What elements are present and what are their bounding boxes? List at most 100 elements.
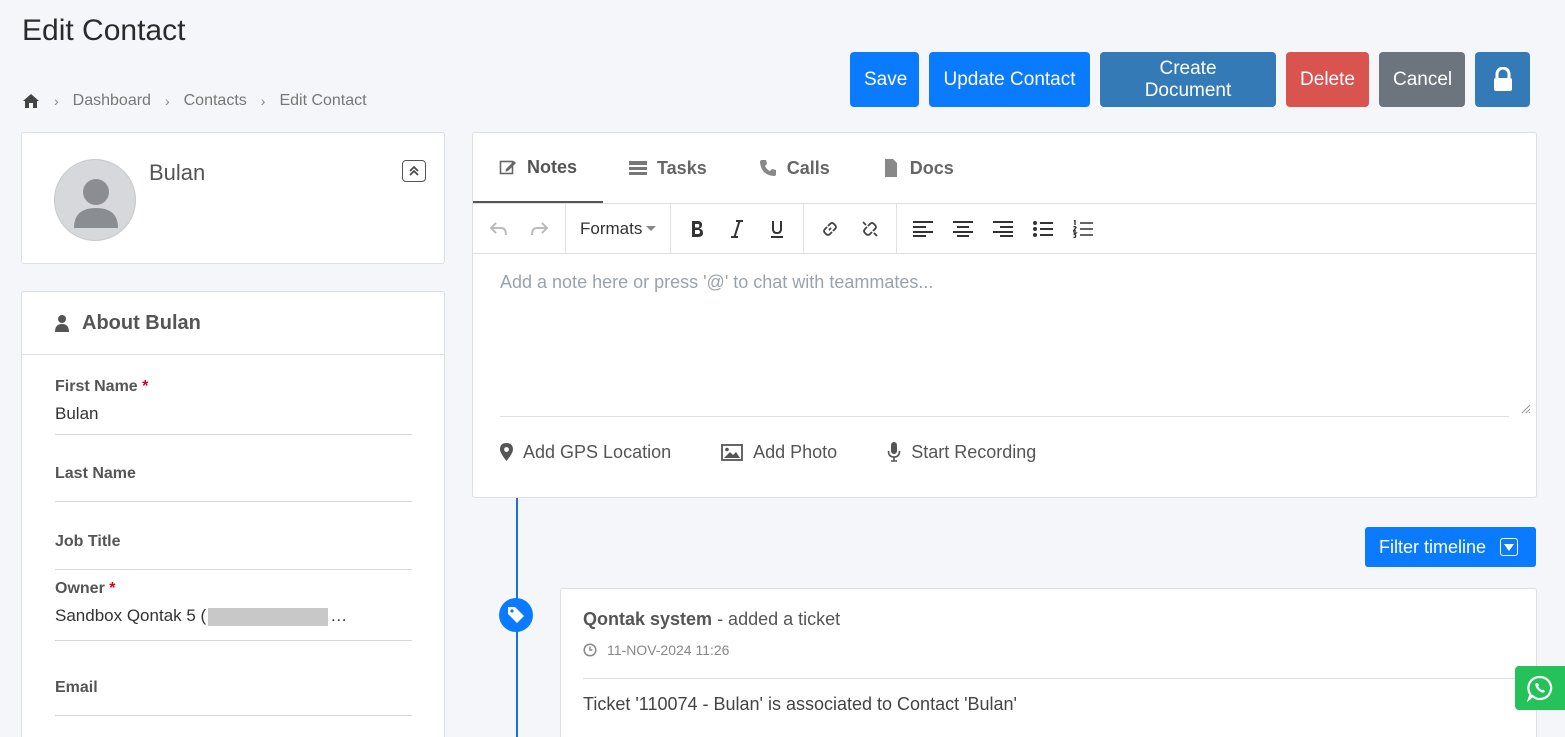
activity-editor: Notes Tasks Calls Docs Formats Add a not… bbox=[472, 132, 1537, 498]
timeline-entry-title: Qontak system - added a ticket bbox=[583, 609, 841, 629]
microphone-icon bbox=[887, 442, 901, 462]
breadcrumb: › Dashboard › Contacts › Edit Contact bbox=[22, 92, 367, 110]
action-bar: Save Update Contact Create Document Dele… bbox=[850, 52, 1530, 107]
lock-icon bbox=[1493, 66, 1512, 91]
align-right-icon bbox=[993, 220, 1014, 237]
save-button[interactable]: Save bbox=[850, 52, 919, 107]
tab-calls[interactable]: Calls bbox=[733, 133, 856, 203]
align-center-button[interactable] bbox=[943, 211, 983, 247]
align-right-button[interactable] bbox=[983, 211, 1023, 247]
email-label: Email bbox=[55, 679, 98, 696]
about-header: About Bulan bbox=[22, 292, 444, 355]
underline-button[interactable] bbox=[757, 211, 797, 247]
about-card: About Bulan First Name * Bulan Last Name… bbox=[21, 291, 445, 737]
italic-icon bbox=[731, 219, 744, 238]
undo-button[interactable] bbox=[479, 211, 519, 247]
phone-icon bbox=[759, 160, 776, 176]
add-gps-button[interactable]: Add GPS Location bbox=[500, 442, 671, 463]
user-icon bbox=[55, 315, 69, 332]
whatsapp-button[interactable] bbox=[1515, 666, 1565, 710]
breadcrumb-dashboard[interactable]: Dashboard bbox=[73, 92, 151, 110]
chevron-up-double-icon bbox=[409, 165, 419, 176]
profile-name: Bulan bbox=[149, 160, 206, 185]
link-icon bbox=[823, 221, 838, 236]
caret-down-icon bbox=[646, 226, 657, 236]
link-button[interactable] bbox=[810, 211, 850, 247]
bold-icon bbox=[692, 220, 704, 237]
redacted-block bbox=[208, 607, 329, 626]
note-editor[interactable]: Add a note here or press '@' to chat wit… bbox=[500, 254, 1531, 417]
clock-icon bbox=[583, 643, 597, 657]
job-title-field[interactable]: Job Title bbox=[55, 533, 412, 570]
divider bbox=[583, 678, 1536, 679]
bullet-list-icon bbox=[1033, 220, 1054, 237]
create-document-button[interactable]: Create Document bbox=[1100, 52, 1276, 107]
job-title-label: Job Title bbox=[55, 533, 121, 550]
bold-button[interactable] bbox=[677, 211, 717, 247]
bullet-list-button[interactable] bbox=[1023, 211, 1063, 247]
timeline-entry-body: Ticket '110074 - Bulan' is associated to… bbox=[583, 694, 1017, 714]
activity-tabs: Notes Tasks Calls Docs bbox=[473, 133, 1536, 204]
about-title: About Bulan bbox=[82, 311, 201, 334]
tag-icon bbox=[499, 598, 533, 632]
avatar bbox=[54, 159, 136, 241]
unlink-icon bbox=[862, 220, 878, 237]
tab-tasks[interactable]: Tasks bbox=[603, 133, 733, 203]
cancel-button[interactable]: Cancel bbox=[1379, 52, 1465, 107]
first-name-label: First Name bbox=[55, 378, 138, 395]
caret-down-icon bbox=[1500, 538, 1519, 556]
add-photo-button[interactable]: Add Photo bbox=[721, 442, 837, 463]
owner-label: Owner bbox=[55, 580, 105, 597]
email-field[interactable]: Email bbox=[55, 679, 412, 716]
editor-toolbar: Formats bbox=[473, 204, 1536, 254]
timeline-entry-author[interactable]: Qontak system bbox=[583, 609, 712, 629]
update-contact-button[interactable]: Update Contact bbox=[929, 52, 1090, 107]
redo-button[interactable] bbox=[519, 211, 559, 247]
italic-button[interactable] bbox=[717, 211, 757, 247]
home-icon[interactable] bbox=[22, 93, 40, 109]
required-marker: * bbox=[142, 378, 149, 395]
breadcrumb-current: Edit Contact bbox=[279, 92, 367, 109]
map-marker-icon bbox=[500, 443, 513, 461]
numbered-list-button[interactable] bbox=[1063, 211, 1103, 247]
collapse-button[interactable] bbox=[402, 160, 426, 182]
first-name-field[interactable]: First Name * Bulan bbox=[55, 378, 412, 435]
chevron-right-icon: › bbox=[164, 93, 170, 109]
chevron-right-icon: › bbox=[54, 93, 59, 109]
redo-icon bbox=[531, 221, 548, 235]
delete-button[interactable]: Delete bbox=[1286, 52, 1369, 107]
timeline-entry-time: 11-NOV-2024 11:26 bbox=[583, 642, 729, 658]
attachment-row: Add GPS Location Add Photo Start Recordi… bbox=[473, 417, 1536, 487]
undo-icon bbox=[490, 221, 507, 235]
whatsapp-icon bbox=[1526, 675, 1553, 702]
chevron-right-icon: › bbox=[260, 93, 266, 109]
resize-handle-icon[interactable] bbox=[1519, 402, 1531, 414]
required-marker: * bbox=[109, 580, 116, 597]
underline-icon bbox=[771, 220, 784, 238]
profile-card: Bulan bbox=[21, 132, 445, 264]
image-icon bbox=[721, 443, 744, 461]
page-title: Edit Contact bbox=[22, 14, 186, 47]
owner-field[interactable]: Owner * Sandbox Qontak 5 (… bbox=[55, 580, 412, 641]
last-name-label: Last Name bbox=[55, 465, 136, 482]
align-center-icon bbox=[953, 220, 974, 237]
first-name-value[interactable]: Bulan bbox=[55, 404, 412, 424]
timeline-entry: Qontak system - added a ticket 11-NOV-20… bbox=[560, 588, 1537, 737]
tab-docs[interactable]: Docs bbox=[856, 133, 980, 203]
note-placeholder: Add a note here or press '@' to chat wit… bbox=[500, 272, 934, 292]
align-left-button[interactable] bbox=[903, 211, 943, 247]
edit-icon bbox=[499, 160, 516, 175]
document-icon bbox=[884, 159, 897, 177]
breadcrumb-contacts[interactable]: Contacts bbox=[184, 92, 247, 110]
tasks-icon bbox=[629, 161, 648, 175]
start-recording-button[interactable]: Start Recording bbox=[887, 442, 1036, 463]
tab-notes[interactable]: Notes bbox=[473, 133, 604, 203]
unlink-button[interactable] bbox=[850, 211, 890, 247]
owner-value[interactable]: Sandbox Qontak 5 (… bbox=[55, 606, 412, 626]
lock-button[interactable] bbox=[1475, 52, 1530, 107]
align-left-icon bbox=[913, 220, 934, 237]
last-name-field[interactable]: Last Name bbox=[55, 465, 412, 502]
numbered-list-icon bbox=[1073, 219, 1094, 238]
formats-dropdown[interactable]: Formats bbox=[572, 219, 664, 239]
filter-timeline-button[interactable]: Filter timeline bbox=[1365, 527, 1536, 567]
